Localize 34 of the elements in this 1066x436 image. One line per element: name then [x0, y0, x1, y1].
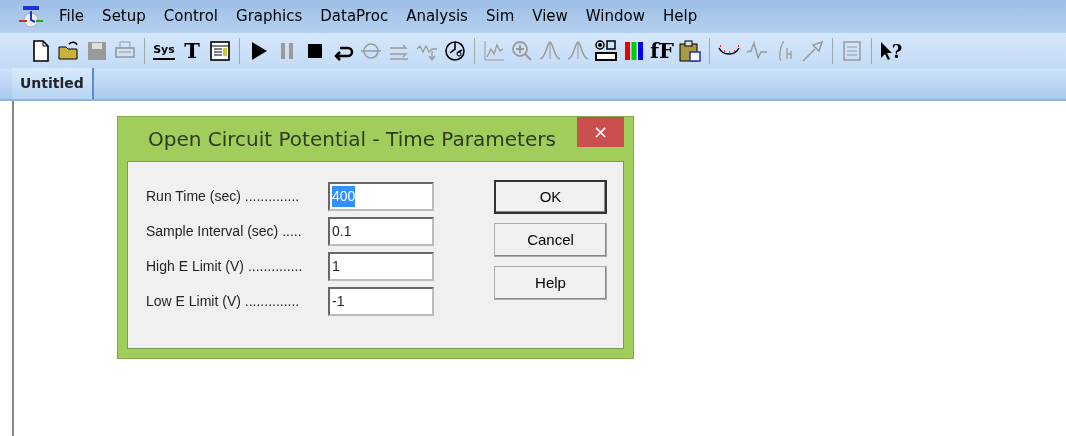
input-field[interactable]: 1 [328, 252, 434, 281]
font-button[interactable]: fF [649, 37, 675, 65]
menu-item[interactable]: Setup [93, 3, 155, 30]
menu-item[interactable]: DataProc [311, 3, 398, 30]
system-check-button[interactable]: Sys [151, 37, 177, 65]
field-label: Run Time (sec) .............. [146, 187, 301, 206]
color-bars-icon[interactable] [622, 39, 646, 63]
input-field[interactable]: -1 [328, 287, 434, 316]
dialog-title: Open Circuit Potential - Time Parameters [148, 126, 557, 153]
help-pointer-button[interactable]: ? [878, 37, 904, 65]
font-button[interactable]: T [179, 37, 205, 65]
window-list-icon[interactable] [208, 39, 232, 63]
menu-item[interactable]: Analysis [397, 3, 477, 30]
dialog-button[interactable]: Cancel [494, 223, 607, 257]
menu-item[interactable]: File [50, 3, 94, 30]
record-icon[interactable] [594, 39, 618, 63]
clipboard-icon[interactable] [678, 39, 702, 63]
menu-item[interactable]: Sim [476, 3, 524, 30]
pointer-icon [879, 41, 892, 61]
menu-item[interactable]: View [523, 3, 577, 30]
field-label: Sample Interval (sec) ..... [146, 222, 303, 241]
dialog-button[interactable]: OK [494, 180, 607, 214]
dialog-button[interactable]: Help [494, 266, 607, 300]
close-button[interactable]: × [577, 117, 624, 147]
field-label: Low E Limit (V) .............. [146, 292, 301, 311]
field-label: High E Limit (V) .............. [146, 257, 304, 276]
input-field[interactable]: 0.1 [328, 217, 434, 246]
document-tab[interactable]: Untitled [12, 68, 94, 99]
menu-item[interactable]: Window [576, 3, 654, 30]
menu-item[interactable]: Help [654, 3, 707, 30]
menu-item[interactable]: Control [154, 3, 227, 30]
app-logo-icon [18, 4, 44, 29]
folder-icon[interactable] [57, 39, 81, 63]
menu-item[interactable]: Graphics [227, 3, 312, 30]
